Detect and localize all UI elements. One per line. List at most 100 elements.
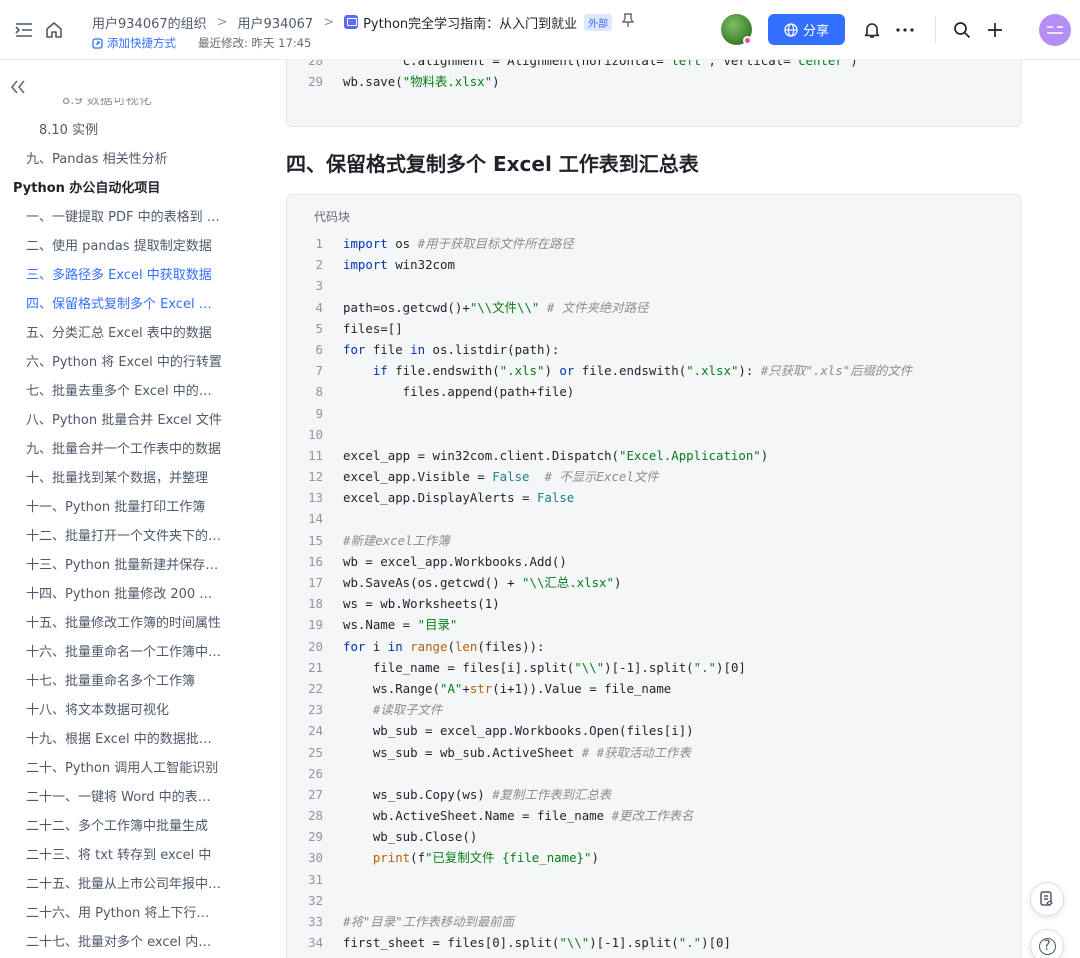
code-token: excel_app = win32com.client.Dispatch( bbox=[343, 447, 620, 463]
code-token: "已复制文件 {file_name}" bbox=[425, 850, 592, 866]
toc-item[interactable]: 六、Python 将 Excel 中的行转置 bbox=[0, 348, 258, 377]
code-token: i bbox=[365, 638, 388, 654]
code-text: ws.Range("A"+str(i+1)).Value = file_name bbox=[323, 678, 671, 699]
code-line: 14 bbox=[287, 508, 1023, 529]
line-number: 32 bbox=[308, 892, 323, 908]
bell-icon[interactable] bbox=[862, 20, 882, 40]
line-number: 11 bbox=[308, 447, 323, 463]
line-number: 3 bbox=[315, 278, 323, 294]
toc-item[interactable]: 十三、Python 批量新建并保存工作簿 bbox=[0, 551, 258, 580]
code-token: import bbox=[343, 257, 388, 273]
code-line: 8 files.append(path+file) bbox=[287, 381, 1023, 402]
line-number: 19 bbox=[308, 617, 323, 633]
toc-item[interactable]: 二十三、将 txt 转存到 excel 中 bbox=[0, 841, 258, 870]
document-outline-button[interactable] bbox=[1030, 882, 1064, 916]
code-token: "\\" bbox=[574, 659, 605, 675]
toc-item[interactable]: 十一、Python 批量打印工作簿 bbox=[0, 493, 258, 522]
code-line: 30 print(f"已复制文件 {file_name}") bbox=[287, 847, 1023, 868]
breadcrumb-org[interactable]: 用户934067的组织 bbox=[92, 13, 207, 32]
toc-item[interactable]: 九、批量合并一个工作表中的数据 bbox=[0, 435, 258, 464]
code-token: in bbox=[410, 341, 426, 357]
line-number: 18 bbox=[308, 596, 323, 612]
toc-item[interactable]: 四、保留格式复制多个 Excel 工作表到汇总表 bbox=[0, 290, 258, 319]
toc-item[interactable]: 二十二、多个工作簿中批量生成 bbox=[0, 812, 258, 841]
plus-icon[interactable] bbox=[985, 20, 1005, 40]
toc-item[interactable]: 二十、Python 调用人工智能识别 bbox=[0, 754, 258, 783]
code-line: 20 for i in range(len(files)): bbox=[287, 636, 1023, 657]
add-shortcut-link[interactable]: 添加快捷方式 bbox=[92, 35, 176, 51]
code-line: 1 import os #用于获取目标文件所在路径 bbox=[287, 233, 1023, 254]
toc-item[interactable]: 三、多路径多 Excel 中获取数据 bbox=[0, 261, 258, 290]
pin-icon[interactable] bbox=[621, 13, 635, 31]
code-line: 31 bbox=[287, 869, 1023, 890]
toc-item[interactable]: 十五、批量修改工作簿的时间属性 bbox=[0, 609, 258, 638]
toc-item[interactable]: 八、Python 批量合并 Excel 文件 bbox=[0, 406, 258, 435]
code-token: wb_sub = excel_app.Workbooks.Open(files[… bbox=[343, 723, 694, 739]
home-icon[interactable] bbox=[44, 20, 64, 40]
code-line: 26 bbox=[287, 763, 1023, 784]
toc-item[interactable]: 九、Pandas 相关性分析 bbox=[0, 145, 258, 174]
code-token: ( bbox=[447, 638, 455, 654]
toc-item[interactable]: 8.10 实例 bbox=[0, 116, 258, 145]
document-title[interactable]: Python完全学习指南：从入门到就业 bbox=[363, 13, 577, 32]
toc-item[interactable]: 七、批量去重多个 Excel 中的数据 bbox=[0, 377, 258, 406]
code-token: excel_app.DisplayAlerts = bbox=[343, 490, 537, 506]
share-button[interactable]: 分享 bbox=[768, 14, 845, 45]
code-line: 4 path=os.getcwd()+"\\文件\\" # 文件夹绝对路径 bbox=[287, 297, 1023, 318]
toc-item[interactable]: 二、使用 pandas 提取制定数据 bbox=[0, 232, 258, 261]
previous-code-block: 28 c.alignment = Alignment(horizontal="l… bbox=[286, 60, 1022, 127]
code-token: or bbox=[559, 363, 575, 379]
toc-item[interactable]: 十六、批量重命名一个工作簿中的工作表 bbox=[0, 638, 258, 667]
code-token: ws.Range( bbox=[343, 680, 440, 696]
toc-item[interactable]: 二十六、用 Python 将上下行合并 bbox=[0, 899, 258, 928]
code-token: ): bbox=[738, 363, 761, 379]
code-text: first_sheet = files[0].split("\\")[-1].s… bbox=[323, 932, 731, 953]
code-text: wb.save("物料表.xlsx") bbox=[323, 71, 500, 92]
line-number: 5 bbox=[315, 320, 323, 336]
collapse-sidebar-icon[interactable] bbox=[10, 79, 28, 97]
toc-item[interactable]: 二十五、批量从上市公司年报中提取数据 bbox=[0, 870, 258, 899]
toc-item[interactable]: 二十一、一键将 Word 中的表格提取到 Excel bbox=[0, 783, 258, 812]
code-text: import win32com bbox=[323, 254, 455, 275]
toc-item[interactable]: 一、一键提取 PDF 中的表格到 Excel bbox=[0, 203, 258, 232]
code-text: ws.Name = "目录" bbox=[323, 614, 457, 635]
more-icon[interactable] bbox=[895, 20, 915, 40]
code-line: 22 ws.Range("A"+str(i+1)).Value = file_n… bbox=[287, 678, 1023, 699]
toc-item[interactable]: 十八、将文本数据可视化 bbox=[0, 696, 258, 725]
code-line: 5 files=[] bbox=[287, 318, 1023, 339]
code-token: "." bbox=[678, 935, 702, 951]
code-token: False bbox=[492, 469, 530, 485]
code-text: files=[] bbox=[323, 318, 403, 339]
code-token: #复制工作表到汇总表 bbox=[492, 786, 612, 802]
toc-item[interactable]: 五、分类汇总 Excel 表中的数据 bbox=[0, 319, 258, 348]
toc-list: 8.10 实例 九、Pandas 相关性分析 Python 办公自动化项目 一、一键提… bbox=[0, 116, 258, 957]
toc-item[interactable]: 十四、Python 批量修改 200 个工作簿 bbox=[0, 580, 258, 609]
user-avatar[interactable] bbox=[1039, 14, 1071, 46]
line-number: 14 bbox=[308, 511, 323, 527]
code-line: 19 ws.Name = "目录" bbox=[287, 614, 1023, 635]
search-icon[interactable] bbox=[952, 20, 972, 40]
toc-item[interactable]: 十二、批量打开一个文件夹下的文件 bbox=[0, 522, 258, 551]
line-number: 13 bbox=[308, 490, 323, 506]
code-token: file bbox=[365, 341, 411, 357]
code-token: "目录" bbox=[417, 617, 458, 633]
line-number: 17 bbox=[308, 575, 323, 590]
toc-item[interactable]: 十七、批量重命名多个工作簿 bbox=[0, 667, 258, 696]
toc-item[interactable]: 二十七、批量对多个 excel 内容进行处理 bbox=[0, 928, 258, 957]
code-token: os bbox=[387, 236, 418, 251]
toc-item[interactable]: 十、批量找到某个数据，并整理 bbox=[0, 464, 258, 493]
code-token: "Excel.Application" bbox=[619, 447, 761, 463]
document-body: 28 c.alignment = Alignment(horizontal="l… bbox=[258, 60, 1080, 958]
toc-item[interactable]: 十九、根据 Excel 中的数据批量生成文件 bbox=[0, 725, 258, 754]
share-label: 分享 bbox=[802, 24, 829, 39]
outline-toggle-icon[interactable] bbox=[14, 20, 34, 40]
toc-item[interactable]: Python 办公自动化项目 bbox=[0, 174, 258, 203]
line-number: 16 bbox=[308, 553, 323, 569]
breadcrumb-user[interactable]: 用户934067 bbox=[238, 13, 314, 32]
code-text: #新建excel工作簿 bbox=[323, 530, 450, 551]
code-token: first_sheet = files[0].split( bbox=[343, 935, 560, 951]
help-button[interactable]: ? bbox=[1030, 929, 1064, 958]
code-token: path=os.getcwd()+ bbox=[343, 299, 470, 315]
